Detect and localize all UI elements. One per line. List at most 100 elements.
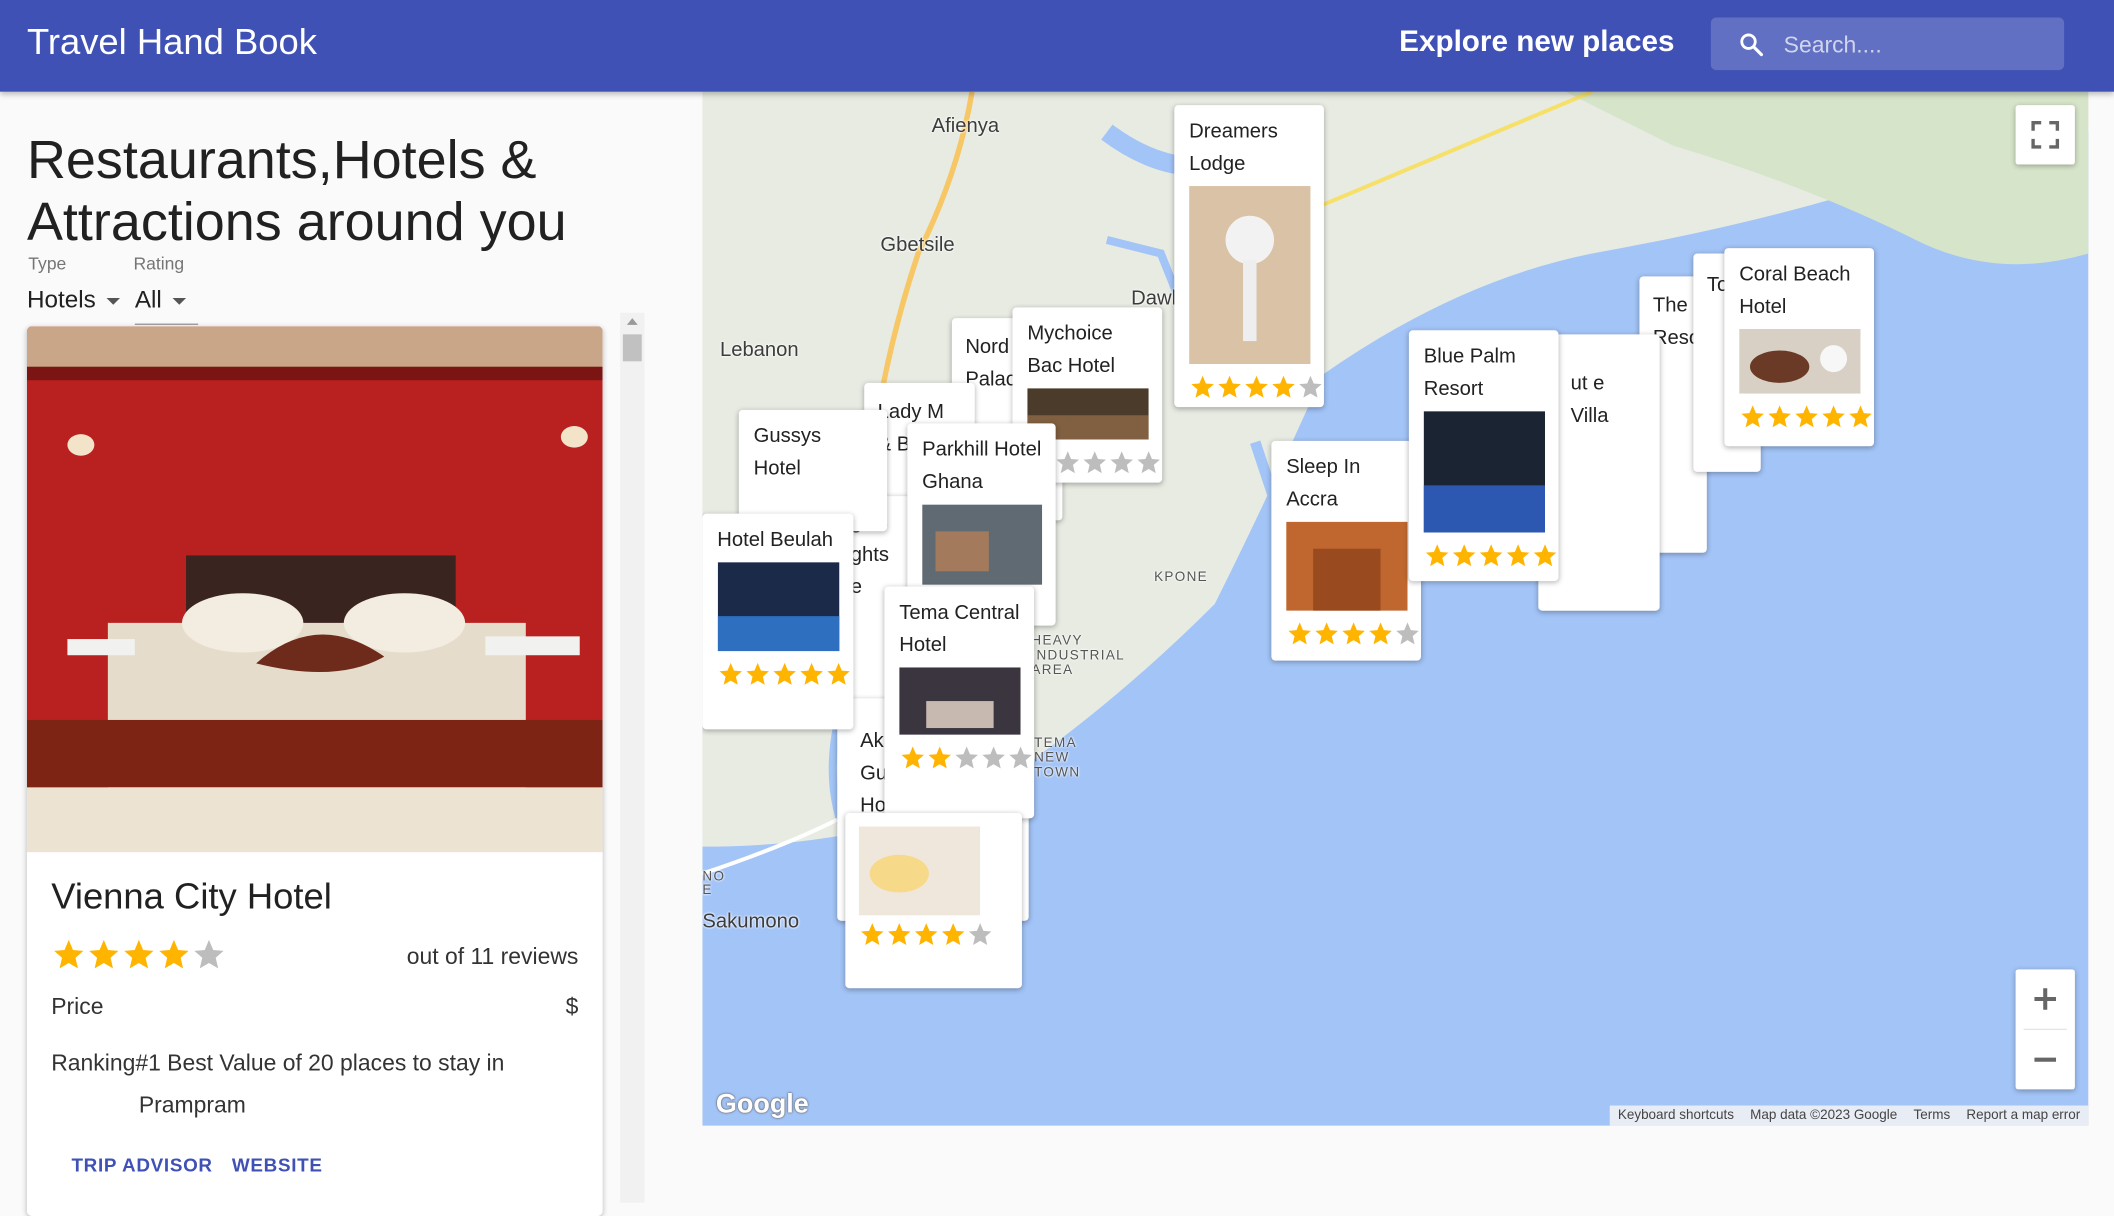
map-pin-name: Gussys Hotel [753, 424, 822, 480]
map-pin-sleep-in-accra[interactable]: Sleep In Accra [1271, 440, 1422, 661]
star-filled-icon [1216, 373, 1243, 400]
star-empty-icon [1108, 449, 1135, 476]
star-filled-icon [744, 661, 771, 688]
star-filled-icon [1820, 403, 1847, 430]
star-filled-icon [926, 744, 953, 771]
star-empty-icon [191, 937, 226, 972]
map-pin-rating [717, 661, 850, 695]
trip-advisor-link[interactable]: TRIP ADVISOR [71, 1154, 212, 1176]
star-filled-icon [798, 661, 825, 688]
map-pin-rating [1739, 403, 1872, 437]
star-filled-icon [825, 661, 852, 688]
map-pin-photo [858, 826, 981, 916]
google-logo: Google [715, 1089, 809, 1120]
app-bar: Travel Hand Book Explore new places [0, 0, 2114, 92]
list-scrollbar[interactable] [620, 312, 645, 1203]
chevron-down-icon [106, 297, 121, 305]
map-pin-photo [922, 504, 1043, 585]
zoom-in-button[interactable] [2016, 969, 2075, 1028]
map-pin-name: ut e Villa [1570, 372, 1609, 428]
fullscreen-button[interactable] [2015, 105, 2075, 165]
chevron-down-icon [172, 297, 187, 305]
map-pin-hotel-beulah[interactable]: Hotel Beulah [702, 513, 854, 730]
page-title: Restaurants,Hotels & Attractions around … [26, 130, 567, 253]
star-empty-icon [953, 744, 980, 771]
map-pin-photo-card[interactable] [845, 812, 1022, 989]
star-filled-icon [1532, 542, 1559, 569]
star-filled-icon [1424, 542, 1451, 569]
type-select-value: Hotels [26, 285, 96, 313]
map-pin-blue-palm-resort[interactable]: Blue Palm Resort [1408, 330, 1559, 582]
map-pin-name: Mychoice Bac Hotel [1027, 322, 1116, 378]
star-filled-icon [899, 744, 926, 771]
star-filled-icon [1847, 403, 1874, 430]
rating-label: Rating [133, 253, 185, 274]
review-count: out of 11 reviews [406, 943, 579, 970]
zoom-control [2015, 969, 2075, 1090]
map-label-kpone: KPONE [1154, 570, 1209, 586]
star-empty-icon [1081, 449, 1108, 476]
terms-link[interactable]: Terms [1913, 1107, 1950, 1126]
select-underline [134, 323, 199, 325]
star-empty-icon [1007, 744, 1034, 771]
map-pin-photo [1189, 186, 1311, 365]
map-pin-name: Sleep In Accra [1286, 455, 1361, 511]
map-label-lebanon: Lebanon [719, 338, 799, 362]
price-label: Price [51, 993, 104, 1020]
map-pin-coral-beach-hotel[interactable]: Coral Beach Hotel [1724, 248, 1875, 447]
report-error-link[interactable]: Report a map error [1966, 1107, 2080, 1126]
map-data-text: Map data ©2023 Google [1750, 1108, 1898, 1124]
type-label: Type [28, 253, 67, 274]
place-rating [51, 937, 226, 979]
ranking-line-2: Prampram [138, 1092, 246, 1118]
rating-select-value: All [134, 285, 162, 313]
star-filled-icon [1739, 403, 1766, 430]
map-pin-name: Hotel Beulah [717, 528, 834, 552]
map-pin-name: Coral Beach Hotel [1739, 262, 1851, 319]
map-pin-photo [899, 667, 1021, 735]
star-filled-icon [1189, 373, 1216, 400]
star-filled-icon [886, 921, 913, 948]
star-filled-icon [1243, 373, 1270, 400]
scrollbar-thumb[interactable] [622, 334, 642, 362]
map-label-gbetsile: Gbetsile [880, 233, 955, 257]
zoom-out-button[interactable] [2016, 1030, 2075, 1089]
price-value: $ [565, 993, 579, 1020]
ranking-line-1: Ranking#1 Best Value of 20 places to sta… [51, 1050, 505, 1076]
map-pin-dreamers-lodge[interactable]: Dreamers Lodge [1174, 105, 1324, 408]
map-attribution: Keyboard shortcuts Map data ©2023 Google… [1609, 1105, 2089, 1126]
star-filled-icon [1505, 542, 1532, 569]
website-link[interactable]: WEBSITE [232, 1154, 323, 1176]
map-pin-name: Parkhill Hotel Ghana [922, 438, 1042, 494]
map-pin-photo [1423, 411, 1546, 533]
star-filled-icon [1340, 620, 1367, 647]
search-box[interactable] [1710, 17, 2065, 71]
map-pin-rating [1189, 373, 1322, 407]
map-pin-name: Tema Central Hotel [899, 601, 1020, 657]
star-filled-icon [1451, 542, 1478, 569]
star-filled-icon [1793, 403, 1820, 430]
star-empty-icon [1054, 449, 1081, 476]
map-pin-rating [899, 744, 1032, 778]
map-pin-rating [1424, 542, 1557, 576]
keyboard-shortcuts-link[interactable]: Keyboard shortcuts [1618, 1107, 1734, 1126]
star-filled-icon [717, 661, 744, 688]
map-label-afienya: Afienya [931, 114, 1000, 138]
star-empty-icon [1135, 449, 1162, 476]
star-filled-icon [1270, 373, 1297, 400]
star-filled-icon [940, 921, 967, 948]
type-select[interactable]: Hotels [26, 285, 121, 314]
fullscreen-icon [2031, 121, 2060, 149]
star-filled-icon [859, 921, 886, 948]
map-label-sakumono: Sakumono [702, 910, 800, 933]
star-filled-icon [1286, 620, 1313, 647]
map[interactable]: Afienya Gbetsile Lebanon Dawh KPONE HEAV… [702, 91, 2089, 1126]
star-filled-icon [913, 921, 940, 948]
rating-select[interactable]: All [134, 285, 187, 314]
scroll-up-icon[interactable] [626, 318, 638, 325]
place-name: Vienna City Hotel [51, 876, 332, 917]
star-filled-icon [771, 661, 798, 688]
place-photo [26, 326, 603, 853]
map-pin-tema-central-hotel[interactable]: Tema Central Hotel [884, 586, 1035, 819]
search-input[interactable] [1780, 26, 2057, 65]
